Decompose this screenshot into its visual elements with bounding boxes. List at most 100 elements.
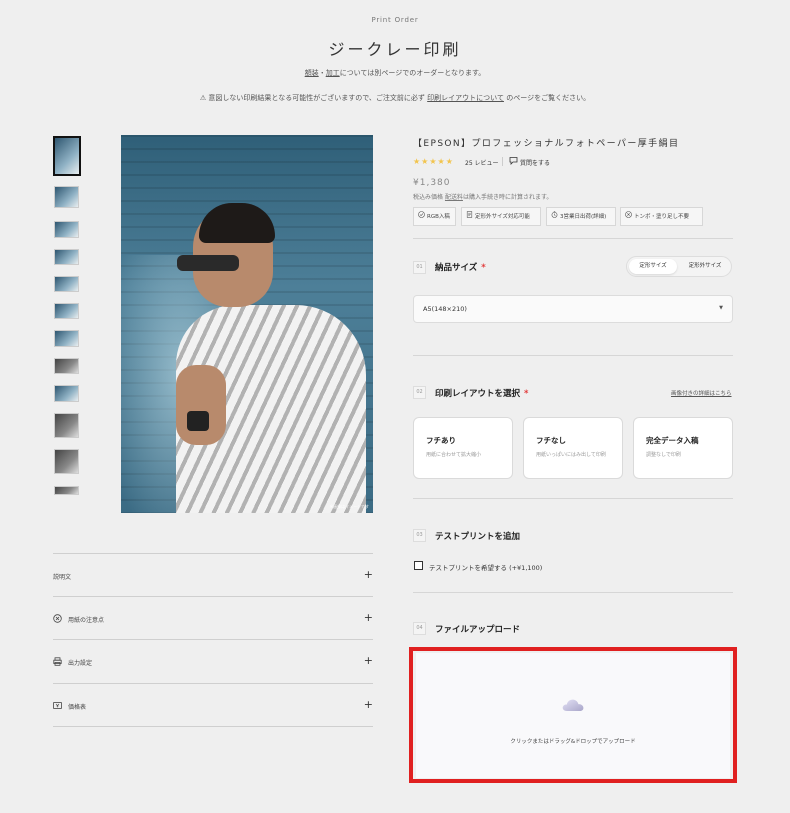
product-main-image[interactable]: ※画像はイメージです — [121, 135, 373, 513]
card-desc: 用紙に合わせて拡大縮小 — [426, 452, 482, 458]
step-number: 01 — [413, 261, 426, 274]
cloud-icon — [561, 697, 585, 713]
toggle-standard-size[interactable]: 定形サイズ — [629, 259, 677, 274]
card-title: フチなし — [536, 436, 566, 445]
model-glasses — [177, 255, 239, 271]
framing-link[interactable]: 額装 — [305, 69, 319, 77]
thumbnail[interactable] — [54, 385, 79, 402]
ask-question-link[interactable]: 質問をする — [520, 158, 550, 167]
toggle-custom-size[interactable]: 定形外サイズ — [679, 259, 731, 274]
thumbnail[interactable] — [54, 186, 79, 208]
thumbnail[interactable] — [54, 330, 79, 347]
badge-label: トンボ・塗り足し不要 — [634, 214, 690, 220]
card-title: 完全データ入稿 — [646, 436, 699, 445]
accordion-output-settings[interactable]: 出力設定 + — [53, 639, 373, 682]
accordion-label: 用紙の注意点 — [68, 617, 105, 624]
file-upload-dropzone[interactable] — [416, 653, 730, 778]
image-credit: ※画像はイメージです — [329, 504, 369, 509]
layout-option-borderless[interactable]: フチなし 用紙いっぱいにはみ出して印刷 — [523, 417, 623, 479]
step-title: 印刷レイアウトを選択 — [435, 389, 521, 399]
star-rating[interactable]: ★★★★★ — [413, 157, 454, 166]
page-title: ジークレー印刷 — [328, 40, 462, 59]
card-desc: 調整なしで印刷 — [646, 452, 681, 458]
badge-no-bleed: トンボ・塗り足し不要 — [620, 207, 703, 226]
tax-note-suffix: は購入手続き時に計算されます。 — [462, 194, 553, 201]
size-type-toggle: 定形サイズ 定形外サイズ — [626, 256, 732, 277]
badge-label: RGB入稿 — [427, 214, 450, 220]
warning-text: ⚠ 意図しない印刷結果となる可能性がございますので、ご注文前に必ず — [199, 94, 425, 102]
upload-instructions: クリックまたはドラッグ&ドロップでアップロード — [510, 739, 636, 745]
layout-option-full-data[interactable]: 完全データ入稿 調整なしで印刷 — [633, 417, 733, 479]
eyebrow: Print Order — [371, 16, 419, 24]
step-label-layout: 印刷レイアウトを選択 * — [435, 387, 528, 399]
accordion-description[interactable]: 説明文 + — [53, 553, 373, 596]
divider — [413, 355, 733, 356]
plus-icon: + — [363, 654, 373, 667]
note1-text: については別ページでのオーダーとなります。 — [339, 69, 486, 77]
step-number: 03 — [413, 529, 426, 542]
accordion-label: 説明文 — [53, 574, 72, 581]
thumbnail[interactable] — [54, 358, 79, 374]
thumbnail[interactable] — [54, 276, 79, 292]
accordion-price-table[interactable]: 価格表 + — [53, 683, 373, 726]
thumbnail[interactable] — [53, 136, 81, 176]
warning-suffix: のページをご覧ください。 — [506, 94, 591, 102]
yen-card-icon — [53, 701, 62, 710]
printer-icon — [53, 657, 62, 666]
model-arm — [176, 365, 226, 445]
plus-icon: + — [363, 568, 373, 581]
step-label-test-print: テストプリントを追加 — [435, 532, 521, 542]
step-title: 納品サイズ — [435, 263, 478, 273]
model-watch — [187, 411, 209, 431]
thumbnail[interactable] — [54, 221, 79, 238]
chevron-down-icon: ▼ — [719, 305, 723, 311]
divider — [413, 238, 733, 239]
badge-shipping[interactable]: 3営業日出荷(詳細) — [546, 207, 616, 226]
check-circle-icon — [418, 208, 427, 225]
accordion-paper-notes[interactable]: 用紙の注意点 + — [53, 596, 373, 639]
divider — [413, 592, 733, 593]
product-title: 【EPSON】プロフェッショナルフォトペーパー厚手絹目 — [413, 139, 680, 149]
x-circle-icon — [625, 208, 634, 225]
test-print-label[interactable]: テストプリントを希望する (+¥1,100) — [429, 562, 542, 572]
step-number: 04 — [413, 622, 426, 635]
divider — [413, 498, 733, 499]
required-mark: * — [524, 389, 529, 399]
step-label-size: 納品サイズ * — [435, 261, 486, 273]
thumbnail[interactable] — [54, 486, 79, 495]
badge-label: 定形外サイズ対応可能 — [475, 214, 530, 220]
thumbnail[interactable] — [54, 449, 79, 474]
thumbnail[interactable] — [54, 413, 79, 438]
shipping-link[interactable]: 配送料 — [445, 194, 463, 201]
size-select-value: A5(148×210) — [423, 305, 467, 313]
tax-note-prefix: 税込み価格 — [413, 194, 444, 201]
plus-icon: + — [363, 611, 373, 624]
note-sep: ・ — [318, 69, 326, 77]
card-title: フチあり — [426, 436, 456, 445]
badge-rgb: RGB入稿 — [413, 207, 456, 226]
thumbnail[interactable] — [54, 249, 79, 265]
timer-icon — [551, 208, 560, 225]
test-print-checkbox[interactable] — [414, 561, 423, 570]
size-select[interactable]: A5(148×210) ▼ — [413, 295, 733, 323]
review-count[interactable]: 25 レビュー — [465, 158, 499, 167]
badge-custom-size: 定形外サイズ対応可能 — [461, 207, 541, 226]
speech-bubble-icon[interactable] — [509, 156, 518, 167]
step-label-upload: ファイルアップロード — [435, 625, 521, 635]
layout-option-bordered[interactable]: フチあり 用紙に合わせて拡大縮小 — [413, 417, 513, 479]
header-note-2: ⚠ 意図しない印刷結果となる可能性がございますので、ご注文前に必ず 印刷レイアウ… — [0, 93, 790, 103]
step-number: 02 — [413, 386, 426, 399]
print-layout-link[interactable]: 印刷レイアウトについて — [427, 94, 504, 102]
tax-note: 税込み価格 配送料は購入手続き時に計算されます。 — [413, 192, 552, 201]
badge-label: 3営業日出荷(詳細) — [560, 214, 607, 220]
header-note-1: 額装・加工については別ページでのオーダーとなります。 — [0, 68, 790, 78]
accordion-label: 価格表 — [68, 704, 87, 711]
accordion-divider — [53, 726, 373, 727]
thumbnail[interactable] — [54, 303, 79, 319]
required-mark: * — [481, 263, 486, 273]
processing-link[interactable]: 加工 — [326, 69, 340, 77]
price: ¥1,380 — [413, 178, 451, 188]
layout-details-link[interactable]: 画像付きの詳細はこちら — [671, 389, 732, 397]
document-icon — [466, 208, 475, 225]
x-circle-icon — [53, 614, 62, 623]
